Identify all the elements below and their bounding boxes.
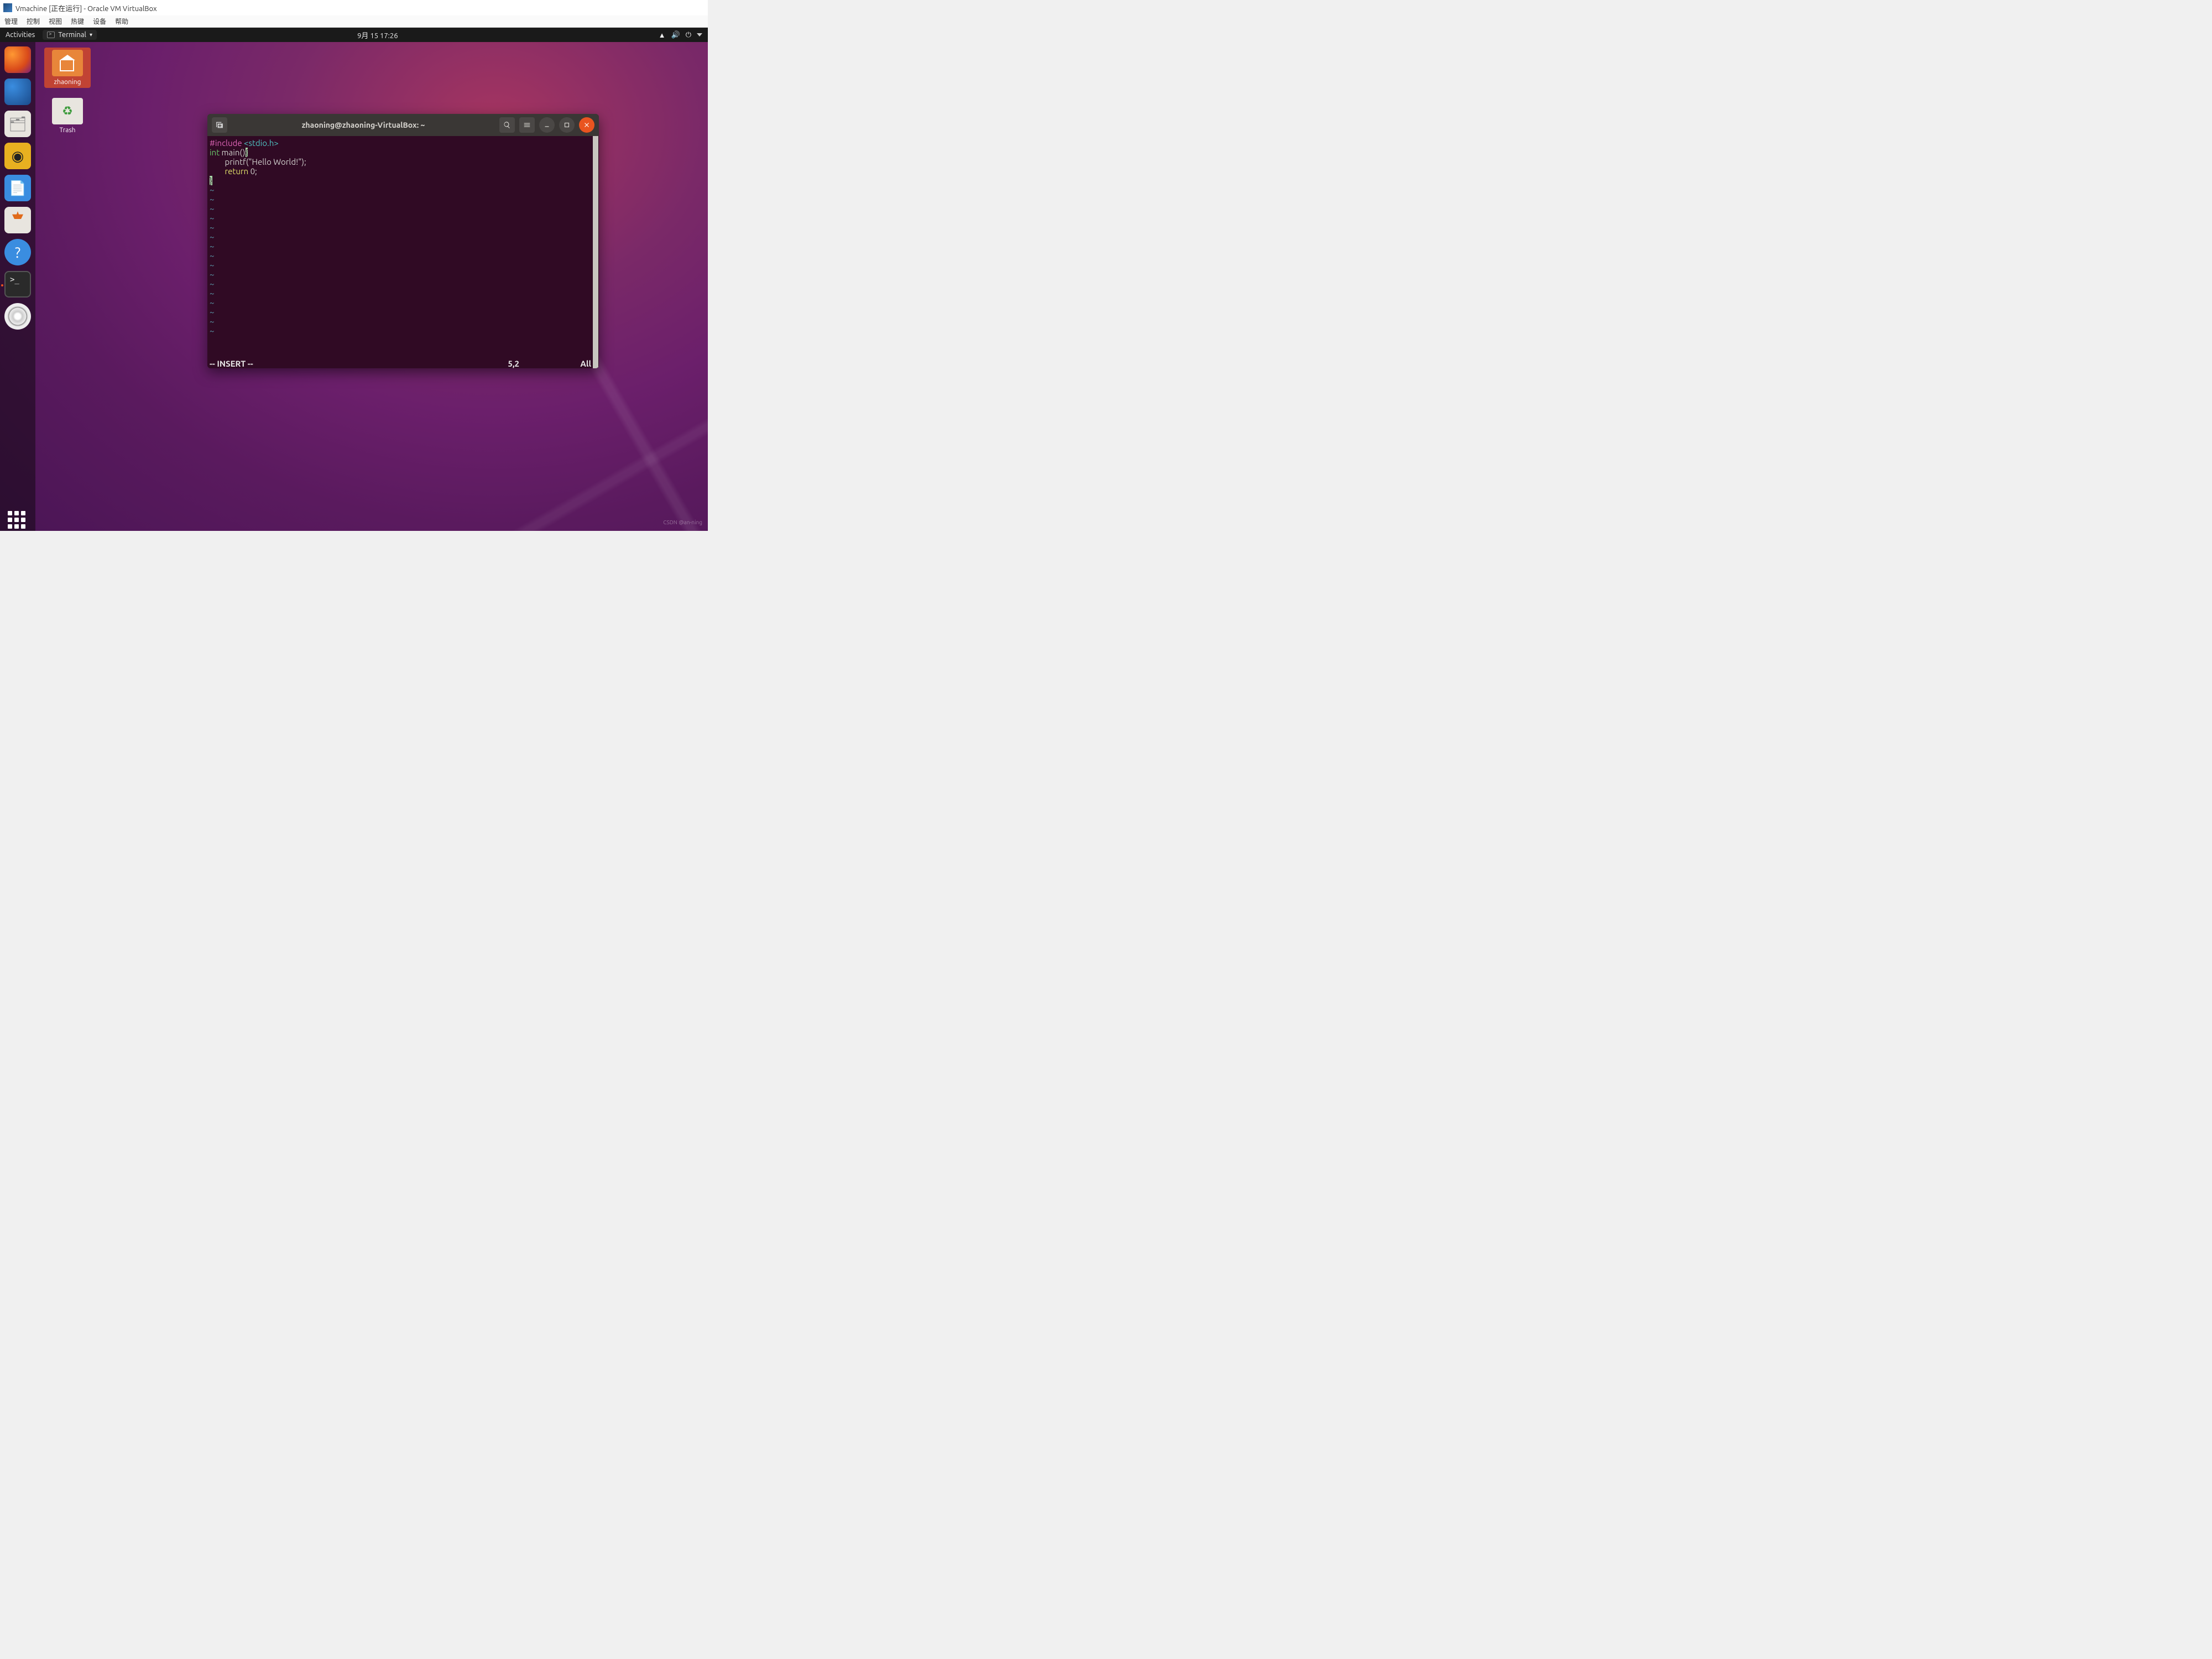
dock-rhythmbox[interactable]: ◉	[4, 143, 31, 169]
dock-ubuntu-software[interactable]	[4, 207, 31, 233]
vbox-menu-help[interactable]: 帮助	[115, 17, 128, 26]
code-line-3: printf("Hello World!");	[210, 157, 598, 166]
code-line-2: int main(){	[210, 148, 598, 157]
app-menu-terminal[interactable]: Terminal ▾	[43, 30, 97, 40]
vbox-menu-view[interactable]: 视图	[49, 17, 62, 26]
activities-button[interactable]: Activities	[6, 31, 35, 39]
desktop-icon-trash[interactable]: Trash	[44, 98, 91, 134]
terminal-window: zhaoning@zhaoning-VirtualBox: ~ #include…	[207, 114, 599, 368]
desktop-icon-label: zhaoning	[46, 79, 88, 86]
terminal-body[interactable]: #include <stdio.h> int main(){ printf("H…	[207, 136, 599, 368]
virtualbox-titlebar: Vmachine [正在运行] - Oracle VM VirtualBox	[0, 0, 708, 15]
vim-mode: -- INSERT --	[210, 359, 253, 368]
vim-cursor: {	[246, 148, 248, 157]
gnome-topbar: Activities Terminal ▾ 9月 15 17:26 ▲ 🔊 ⏻	[0, 28, 708, 42]
desktop-icon-home[interactable]: zhaoning	[44, 48, 91, 88]
virtualbox-icon	[3, 3, 12, 12]
guest-desktop: Activities Terminal ▾ 9月 15 17:26 ▲ 🔊 ⏻ …	[0, 28, 708, 531]
terminal-icon	[47, 32, 55, 38]
desktop-icons: zhaoning Trash	[44, 48, 91, 134]
show-applications-button[interactable]	[8, 511, 28, 531]
terminal-title: zhaoning@zhaoning-VirtualBox: ~	[232, 121, 495, 129]
dock-disc[interactable]	[4, 303, 31, 330]
search-button[interactable]	[499, 117, 515, 133]
new-tab-button[interactable]	[212, 117, 227, 133]
chevron-down-icon[interactable]	[697, 33, 702, 36]
dock-terminal[interactable]	[4, 271, 31, 298]
chevron-down-icon: ▾	[90, 32, 92, 38]
code-line-4: return 0;	[210, 166, 598, 176]
vim-scroll-percent: All	[580, 359, 591, 368]
hamburger-menu-button[interactable]	[519, 117, 535, 133]
vbox-menu-devices[interactable]: 设备	[93, 17, 106, 26]
vim-empty-lines: ~~~~~~~~~~~~~~~~	[210, 185, 598, 336]
vim-cursor-position: 5,2	[508, 359, 519, 368]
dock: 🗂 ◉ 📄 ?	[0, 42, 35, 531]
dock-help[interactable]: ?	[4, 239, 31, 265]
code-line-1: #include <stdio.h>	[210, 138, 598, 148]
dock-files[interactable]: 🗂	[4, 111, 31, 137]
vim-status-line: -- INSERT -- 5,2 All	[210, 359, 597, 368]
vbox-menu-manage[interactable]: 管理	[4, 17, 18, 26]
power-icon[interactable]: ⏻	[686, 31, 691, 39]
home-folder-icon	[52, 50, 83, 76]
close-button[interactable]	[579, 117, 594, 133]
minimize-button[interactable]	[539, 117, 555, 133]
dock-firefox[interactable]	[4, 46, 31, 73]
trash-icon	[52, 98, 83, 124]
watermark: CSDN @an-ning	[663, 519, 702, 525]
network-icon[interactable]: ▲	[659, 31, 666, 39]
dock-thunderbird[interactable]	[4, 79, 31, 105]
terminal-scrollbar[interactable]	[593, 136, 598, 368]
clock[interactable]: 9月 15 17:26	[357, 30, 398, 40]
terminal-headerbar[interactable]: zhaoning@zhaoning-VirtualBox: ~	[207, 114, 599, 136]
virtualbox-title: Vmachine [正在运行] - Oracle VM VirtualBox	[15, 3, 157, 13]
dock-libreoffice-writer[interactable]: 📄	[4, 175, 31, 201]
vbox-menu-hotkeys[interactable]: 热键	[71, 17, 84, 26]
scrollbar-thumb[interactable]	[593, 136, 598, 368]
maximize-button[interactable]	[559, 117, 575, 133]
sound-icon[interactable]: 🔊	[671, 31, 680, 39]
code-line-5: }	[210, 176, 598, 185]
app-menu-label: Terminal	[58, 31, 86, 39]
system-tray[interactable]: ▲ 🔊 ⏻	[659, 31, 702, 39]
virtualbox-menubar[interactable]: 管理 控制 视图 热键 设备 帮助	[0, 15, 708, 28]
vbox-menu-control[interactable]: 控制	[27, 17, 40, 26]
desktop-icon-label: Trash	[44, 127, 91, 134]
